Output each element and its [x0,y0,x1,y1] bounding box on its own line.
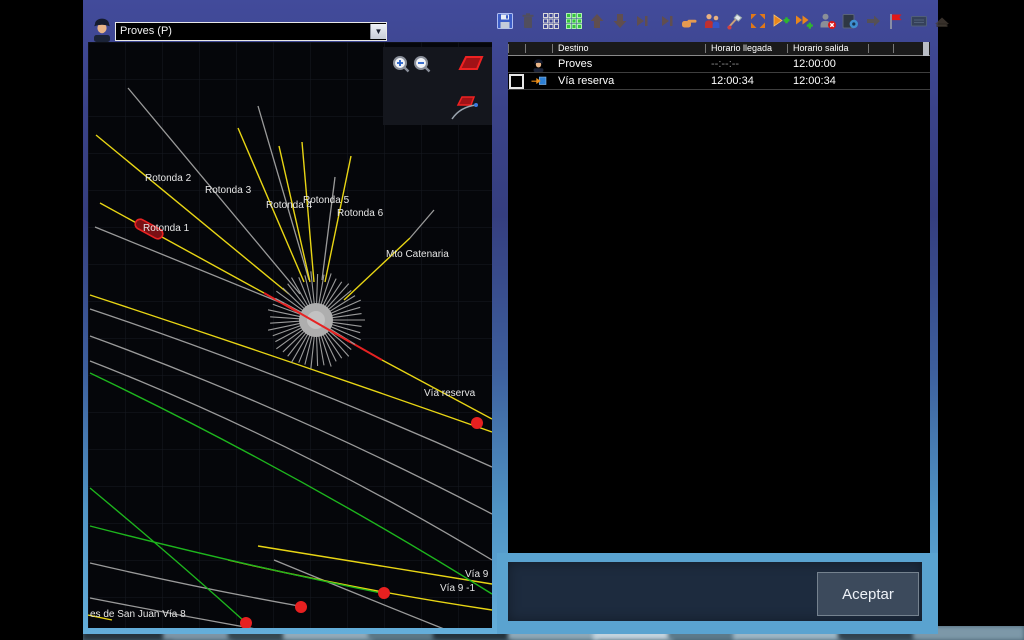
column-header-salida[interactable]: Horario salida [787,44,868,53]
table-row[interactable]: Proves --:--:-- 12:00:00 [508,56,930,73]
destination-combobox[interactable]: Proves (P) ▼ [115,22,387,41]
driver-icon [532,57,545,72]
label-mto-catenaria: Mto Catenaria [386,249,449,260]
row-checkbox[interactable] [509,74,524,89]
footer-frame: Aceptar [497,553,938,634]
cell-llegada: 12:00:34 [705,75,787,87]
forward-icon[interactable] [863,11,883,31]
table-row[interactable]: Vía reserva 12:00:34 12:00:34 [508,73,930,90]
label-via-reserva: Vía reserva [424,388,475,399]
label-rotonda1: Rotonda 1 [143,223,189,234]
route-add-both-icon[interactable] [794,11,814,31]
delete-icon[interactable] [518,11,538,31]
cell-salida: 12:00:34 [787,75,868,87]
label-rotonda6: Rotonda 6 [337,208,383,219]
track-map-svg [88,42,492,628]
driver-avatar-icon [92,15,112,42]
depot-icon[interactable] [932,11,952,31]
move-down-icon[interactable] [610,11,630,31]
cell-llegada: --:--:-- [705,58,787,70]
flag-icon[interactable] [886,11,906,31]
grid-icon[interactable] [541,11,561,31]
combobox-value: Proves (P) [116,24,370,39]
expand-icon[interactable] [748,11,768,31]
toolbar [495,8,952,34]
route-add-icon[interactable] [771,11,791,31]
hand-pointer-icon[interactable] [679,11,699,31]
table-header: Destino Horario llegada Horario salida [508,42,930,56]
label-rotonda3: Rotonda 3 [205,185,251,196]
console-icon[interactable] [909,11,929,31]
step-forward-icon[interactable] [633,11,653,31]
label-rotonda5: Rotonda 5 [303,195,349,206]
column-header-destino[interactable]: Destino [552,44,705,53]
screen: Proves (P) ▼ [0,0,1024,640]
save-icon[interactable] [495,11,515,31]
application-window: Proves (P) ▼ [83,0,938,634]
cell-destino: Vía reserva [552,75,705,87]
step-end-icon[interactable] [656,11,676,31]
settings-doc-icon[interactable] [840,11,860,31]
move-up-icon[interactable] [587,11,607,31]
cell-destino: Proves [552,58,705,70]
cell-salida: 12:00:00 [787,58,868,70]
person-remove-icon[interactable] [817,11,837,31]
schedule-table: Destino Horario llegada Horario salida P… [508,42,930,553]
label-rotonda2: Rotonda 2 [145,173,191,184]
track-map-canvas[interactable]: Rotonda 2 Rotonda 3 Rotonda 4 Rotonda 5 … [88,42,492,628]
track-entry-icon [530,74,547,88]
label-via9-1: Vía 9 -1 [440,583,475,594]
label-via9: Vía 9 [465,569,488,580]
chevron-down-icon[interactable]: ▼ [370,24,386,39]
scrollbar-thumb[interactable] [923,42,929,56]
passengers-icon[interactable] [702,11,722,31]
sign-icon[interactable] [725,11,745,31]
column-header-llegada[interactable]: Horario llegada [705,44,787,53]
accept-button[interactable]: Aceptar [817,572,919,616]
label-san-juan: es de San Juan Vía 8 [90,609,186,620]
map-tools-panel [383,47,492,125]
footer-panel: Aceptar [508,562,922,621]
grid-active-icon[interactable] [564,11,584,31]
